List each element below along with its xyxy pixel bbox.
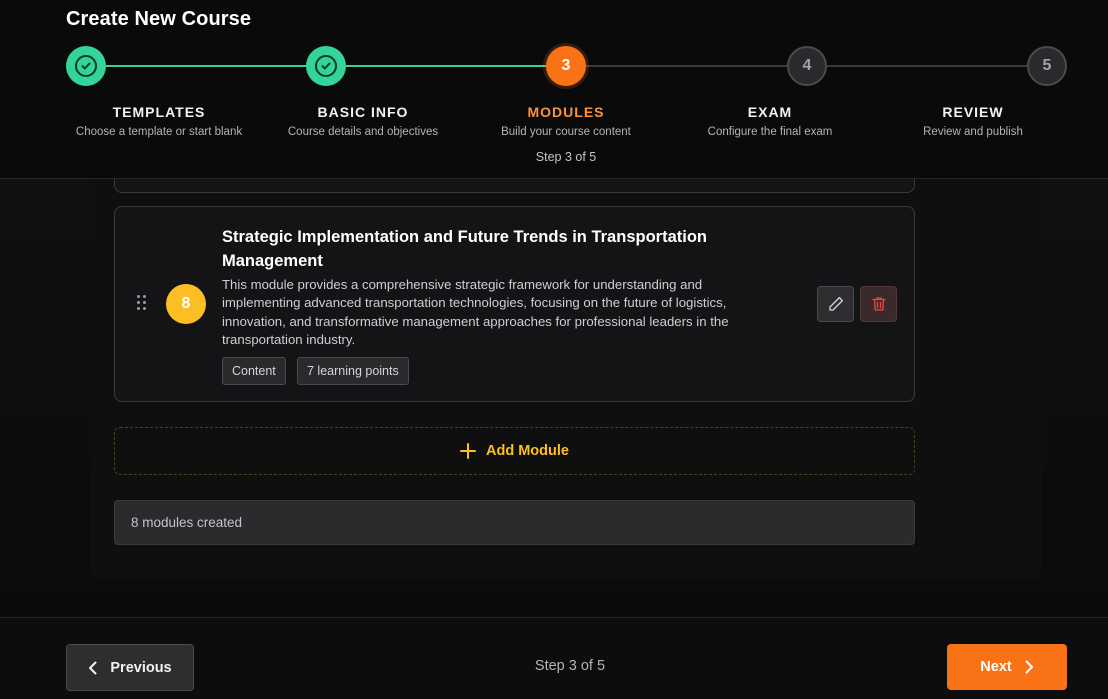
add-module-label: Add Module — [486, 443, 569, 459]
step-3-active-indicator[interactable]: 3 — [546, 46, 586, 86]
step-5-label: REVIEW — [942, 104, 1004, 120]
modules-count-text: 8 modules created — [131, 515, 243, 530]
module-title: Strategic Implementation and Future Tren… — [222, 228, 707, 270]
check-circle-icon — [75, 55, 97, 77]
add-module-button[interactable]: Add Module — [114, 427, 915, 475]
drag-handle-icon[interactable] — [137, 295, 147, 311]
check-circle-icon — [315, 55, 337, 77]
chevron-left-icon — [89, 661, 97, 674]
delete-module-button[interactable] — [860, 286, 897, 322]
modules-count-bar: 8 modules created — [114, 500, 915, 545]
module-card: 8 Strategic Implementation and Future Tr… — [114, 206, 915, 402]
step-2-complete-indicator[interactable] — [306, 46, 346, 86]
step-4-indicator[interactable]: 4 — [787, 46, 827, 86]
plus-icon — [460, 443, 477, 459]
edit-module-button[interactable] — [817, 286, 854, 322]
step-5-indicator[interactable]: 5 — [1027, 46, 1067, 86]
step-4-description: Configure the final exam — [707, 126, 833, 138]
step-2-label: BASIC INFO — [317, 104, 409, 120]
step-4-label: EXAM — [747, 104, 793, 120]
trash-icon — [871, 297, 886, 311]
module-type-tag: Content — [222, 357, 286, 385]
stepper-connector — [825, 65, 1030, 67]
learning-points-tag: 7 learning points — [297, 357, 409, 385]
module-number-badge: 8 — [166, 284, 206, 324]
previous-button-label: Previous — [110, 659, 172, 676]
page-title: Create New Course — [66, 8, 252, 30]
stepper-connector — [585, 65, 789, 67]
chevron-right-icon — [1025, 660, 1033, 674]
step-2-description: Course details and objectives — [287, 126, 439, 138]
previous-button[interactable]: Previous — [66, 644, 194, 691]
module-description: This module provides a comprehensive str… — [222, 277, 729, 347]
step-1-complete-indicator[interactable] — [66, 46, 106, 86]
footer-step-indicator: Step 3 of 5 — [534, 658, 606, 674]
next-button-label: Next — [980, 659, 1012, 675]
next-button[interactable]: Next — [947, 644, 1067, 690]
step-1-label: TEMPLATES — [112, 104, 206, 120]
step-1-description: Choose a template or start blank — [75, 126, 243, 138]
step-5-description: Review and publish — [923, 126, 1023, 138]
step-3-description: Build your course content — [501, 126, 631, 138]
step-3-label: MODULES — [527, 104, 605, 120]
step-3-caption: Step 3 of 5 — [535, 150, 597, 164]
pencil-icon — [828, 296, 843, 311]
header: Create New Course TEMPLATES Choose a tem… — [0, 0, 1108, 179]
stepper-connector — [104, 65, 308, 67]
footer-nav: Previous Step 3 of 5 Next — [0, 617, 1108, 699]
stepper-connector — [344, 65, 549, 67]
